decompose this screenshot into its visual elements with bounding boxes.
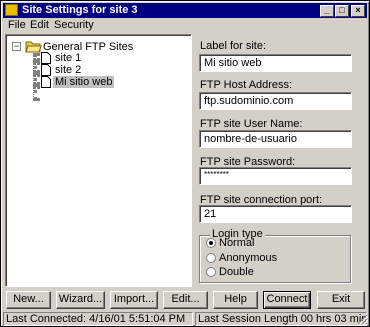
collapse-expander[interactable]: −	[12, 42, 21, 51]
edit-button[interactable]: Edit...	[163, 291, 208, 309]
password-input[interactable]: ********	[199, 167, 352, 185]
menu-security[interactable]: Security	[54, 19, 94, 32]
window-title: Site Settings for site 3	[22, 4, 138, 16]
resize-grip-icon[interactable]	[357, 314, 368, 325]
minimize-button[interactable]: _	[320, 5, 334, 17]
radio-normal-label[interactable]: Normal	[219, 237, 254, 249]
site-tree[interactable]: − General FTP Sites site 1 site 2 Mi sit…	[5, 34, 192, 287]
tree-item-site-1[interactable]: site 1	[55, 52, 81, 64]
tree-item-mi-sitio-web[interactable]: Mi sitio web	[53, 76, 115, 88]
app-icon	[5, 4, 18, 16]
radio-normal[interactable]	[206, 238, 216, 248]
title-bar[interactable]: Site Settings for site 3 _ □ ×	[3, 3, 367, 18]
wizard-button[interactable]: Wizard...	[56, 291, 105, 309]
menu-bar: File Edit Security	[3, 18, 367, 33]
site-settings-window: Site Settings for site 3 _ □ × File Edit…	[0, 0, 370, 327]
menu-edit[interactable]: Edit	[30, 19, 49, 32]
last-session-status: Last Session Length 00 hrs 03 min 26 sec	[195, 312, 367, 326]
user-name-label: FTP site User Name:	[200, 118, 303, 130]
label-for-site-label: Label for site:	[200, 40, 267, 52]
radio-double-label[interactable]: Double	[219, 266, 254, 278]
import-button[interactable]: Import...	[110, 291, 158, 309]
maximize-button[interactable]: □	[335, 5, 349, 17]
port-input[interactable]: 21	[199, 205, 352, 223]
radio-selected-dot	[209, 241, 213, 245]
last-connected-status: Last Connected: 4/16/01 5:51:04 PM	[3, 312, 193, 326]
radio-anonymous-label[interactable]: Anonymous	[219, 252, 277, 264]
exit-button[interactable]: Exit	[317, 291, 365, 309]
document-icon	[41, 64, 51, 76]
status-bar: Last Connected: 4/16/01 5:51:04 PM Last …	[3, 311, 369, 326]
connect-button[interactable]: Connect	[263, 291, 311, 309]
label-for-site-input[interactable]: Mi sitio web	[199, 54, 352, 72]
host-address-input[interactable]: ftp.sudominio.com	[199, 92, 352, 110]
folder-open-icon	[25, 41, 42, 53]
radio-double[interactable]	[206, 267, 216, 277]
document-icon	[41, 52, 51, 64]
host-address-label: FTP Host Address:	[200, 79, 293, 91]
document-icon	[41, 76, 51, 88]
menu-file[interactable]: File	[8, 19, 26, 32]
radio-anonymous[interactable]	[206, 253, 216, 263]
help-button[interactable]: Help	[213, 291, 258, 309]
new-button[interactable]: New...	[6, 291, 51, 309]
close-button[interactable]: ×	[351, 5, 365, 17]
user-name-input[interactable]: nombre-de-usuario	[199, 130, 352, 148]
tree-item-site-2[interactable]: site 2	[55, 64, 81, 76]
